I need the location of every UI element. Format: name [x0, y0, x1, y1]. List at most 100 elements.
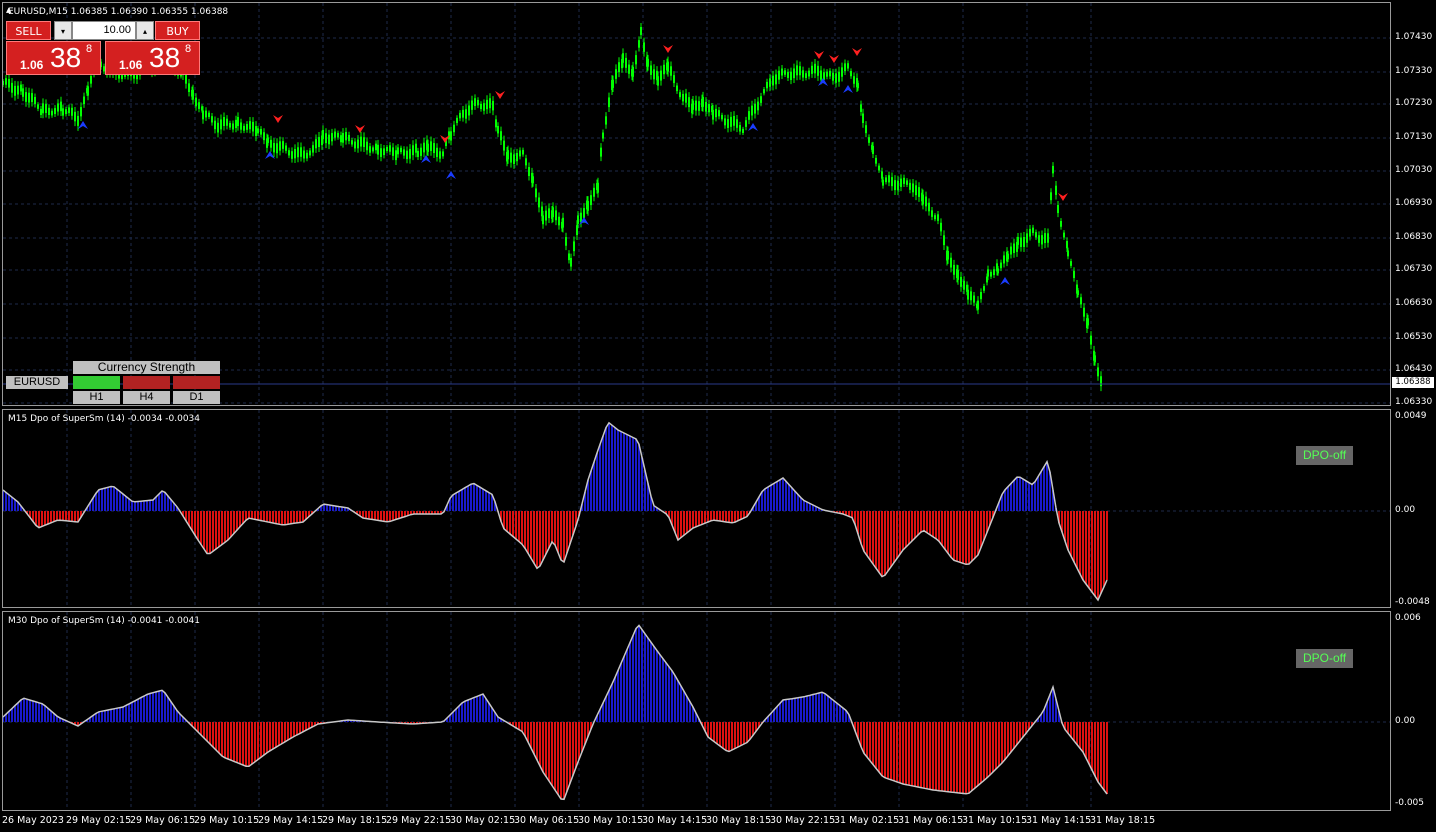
- candle-body: [1044, 233, 1046, 244]
- buy-quote[interactable]: 1.06 38 8: [105, 41, 200, 75]
- lot-size-input[interactable]: 10.00: [72, 21, 136, 40]
- time-tick-label: 29 May 18:15: [322, 815, 388, 826]
- candle-body: [223, 117, 225, 127]
- candle-body: [682, 93, 684, 102]
- candle-body: [492, 100, 494, 111]
- candle-body: [562, 217, 564, 228]
- candle-body: [1073, 270, 1075, 279]
- candle-body: [495, 119, 497, 128]
- candle-body: [1047, 233, 1049, 243]
- collapse-icon[interactable]: ▲: [6, 6, 11, 14]
- candle-body: [442, 151, 444, 157]
- dpo-m15-canvas[interactable]: [3, 410, 1391, 608]
- candle-body: [850, 71, 852, 77]
- dpo-m30-toggle-button[interactable]: DPO-off: [1296, 649, 1353, 668]
- candle-body: [519, 150, 521, 157]
- lot-decrease-icon[interactable]: ▾: [54, 21, 72, 40]
- down-arrow-icon: [273, 115, 283, 123]
- strength-cell-h1: [73, 376, 120, 389]
- price-tick-label: 1.06930: [1395, 198, 1433, 208]
- sell-button[interactable]: SELL: [6, 21, 51, 40]
- candle-body: [54, 108, 56, 115]
- candle-body: [267, 137, 269, 143]
- dpo-m30-tick-bottom: -0.005: [1395, 798, 1425, 808]
- candle-body: [1026, 233, 1028, 243]
- price-chart-pane[interactable]: EURUSD,M15 1.06385 1.06390 1.06355 1.063…: [2, 2, 1391, 406]
- candle-body: [676, 85, 678, 92]
- candle-body: [1057, 205, 1059, 214]
- candle-body: [1007, 253, 1009, 260]
- candle-body: [260, 128, 262, 135]
- candle-body: [980, 291, 982, 300]
- candle-body: [957, 270, 959, 280]
- candle-body: [1017, 236, 1019, 245]
- dpo-m15-toggle-button[interactable]: DPO-off: [1296, 446, 1353, 465]
- candle-body: [894, 180, 896, 191]
- candle-body: [48, 107, 50, 115]
- up-arrow-icon: [421, 155, 431, 163]
- price-tick-label: 1.07130: [1395, 132, 1433, 142]
- candle-body: [237, 116, 239, 127]
- time-tick-label: 29 May 02:15: [66, 815, 132, 826]
- candle-body: [507, 150, 509, 160]
- candle-body: [433, 143, 435, 154]
- dpo-m15-pane[interactable]: M15 Dpo of SuperSm (14) -0.0034 -0.0034: [2, 409, 1391, 608]
- candle-body: [380, 148, 382, 157]
- price-chart-canvas[interactable]: [3, 3, 1391, 406]
- candle-body: [309, 150, 311, 156]
- dpo-m30-pane[interactable]: M30 Dpo of SuperSm (14) -0.0041 -0.0041: [2, 611, 1391, 811]
- candle-body: [291, 151, 293, 159]
- candle-body: [22, 88, 24, 97]
- candle-body: [315, 139, 317, 149]
- candle-body: [928, 202, 930, 212]
- dpo-m30-title: M30 Dpo of SuperSm (14) -0.0041 -0.0041: [8, 616, 201, 626]
- candle-body: [612, 79, 614, 88]
- candle-body: [868, 137, 870, 143]
- down-arrow-icon: [663, 45, 673, 53]
- candle-body: [698, 101, 700, 111]
- currency-strength-title: Currency Strength: [73, 361, 220, 374]
- candle-body: [348, 134, 350, 142]
- candle-body: [483, 103, 485, 111]
- candle-body: [232, 123, 234, 130]
- sell-quote[interactable]: 1.06 38 8: [6, 41, 101, 75]
- candle-body: [973, 295, 975, 303]
- candle-body: [692, 100, 694, 110]
- dpo-m30-canvas[interactable]: [3, 612, 1391, 811]
- buy-price-fraction: 8: [185, 43, 192, 55]
- time-tick-label: 30 May 10:15: [578, 815, 644, 826]
- up-arrow-icon: [1000, 277, 1010, 285]
- candle-body: [198, 102, 200, 109]
- candle-body: [715, 108, 717, 118]
- candle-body: [1010, 246, 1012, 255]
- candle-body: [375, 143, 377, 151]
- candle-body: [647, 58, 649, 67]
- dpo-m15-title: M15 Dpo of SuperSm (14) -0.0034 -0.0034: [8, 414, 201, 424]
- buy-button[interactable]: BUY: [155, 21, 200, 40]
- candle-body: [1080, 297, 1082, 305]
- candle-body: [263, 132, 265, 141]
- down-arrow-icon: [814, 51, 824, 59]
- candle-body: [417, 150, 419, 157]
- candle-body: [570, 257, 572, 267]
- candle-body: [8, 78, 10, 88]
- candle-body: [953, 264, 955, 275]
- candle-body: [983, 286, 985, 291]
- price-tick-label: 1.06330: [1395, 397, 1433, 407]
- candle-body: [465, 109, 467, 119]
- candle-body: [987, 269, 989, 277]
- candle-body: [705, 101, 707, 112]
- candle-body: [243, 125, 245, 131]
- candle-body: [670, 66, 672, 76]
- candle-body: [40, 108, 42, 115]
- candle-body: [357, 139, 359, 149]
- candle-body: [688, 97, 690, 108]
- lot-increase-icon[interactable]: ▴: [136, 21, 154, 40]
- one-click-trading-panel: SELL ▾ 10.00 ▴ BUY 1.06 38 8 1.06 38 8: [6, 21, 200, 75]
- candlesticks: [3, 23, 1102, 392]
- candle-body: [1041, 235, 1043, 245]
- candle-body: [1035, 232, 1037, 238]
- time-tick-label: 30 May 22:15: [770, 815, 836, 826]
- candle-body: [653, 69, 655, 80]
- candle-body: [363, 137, 365, 148]
